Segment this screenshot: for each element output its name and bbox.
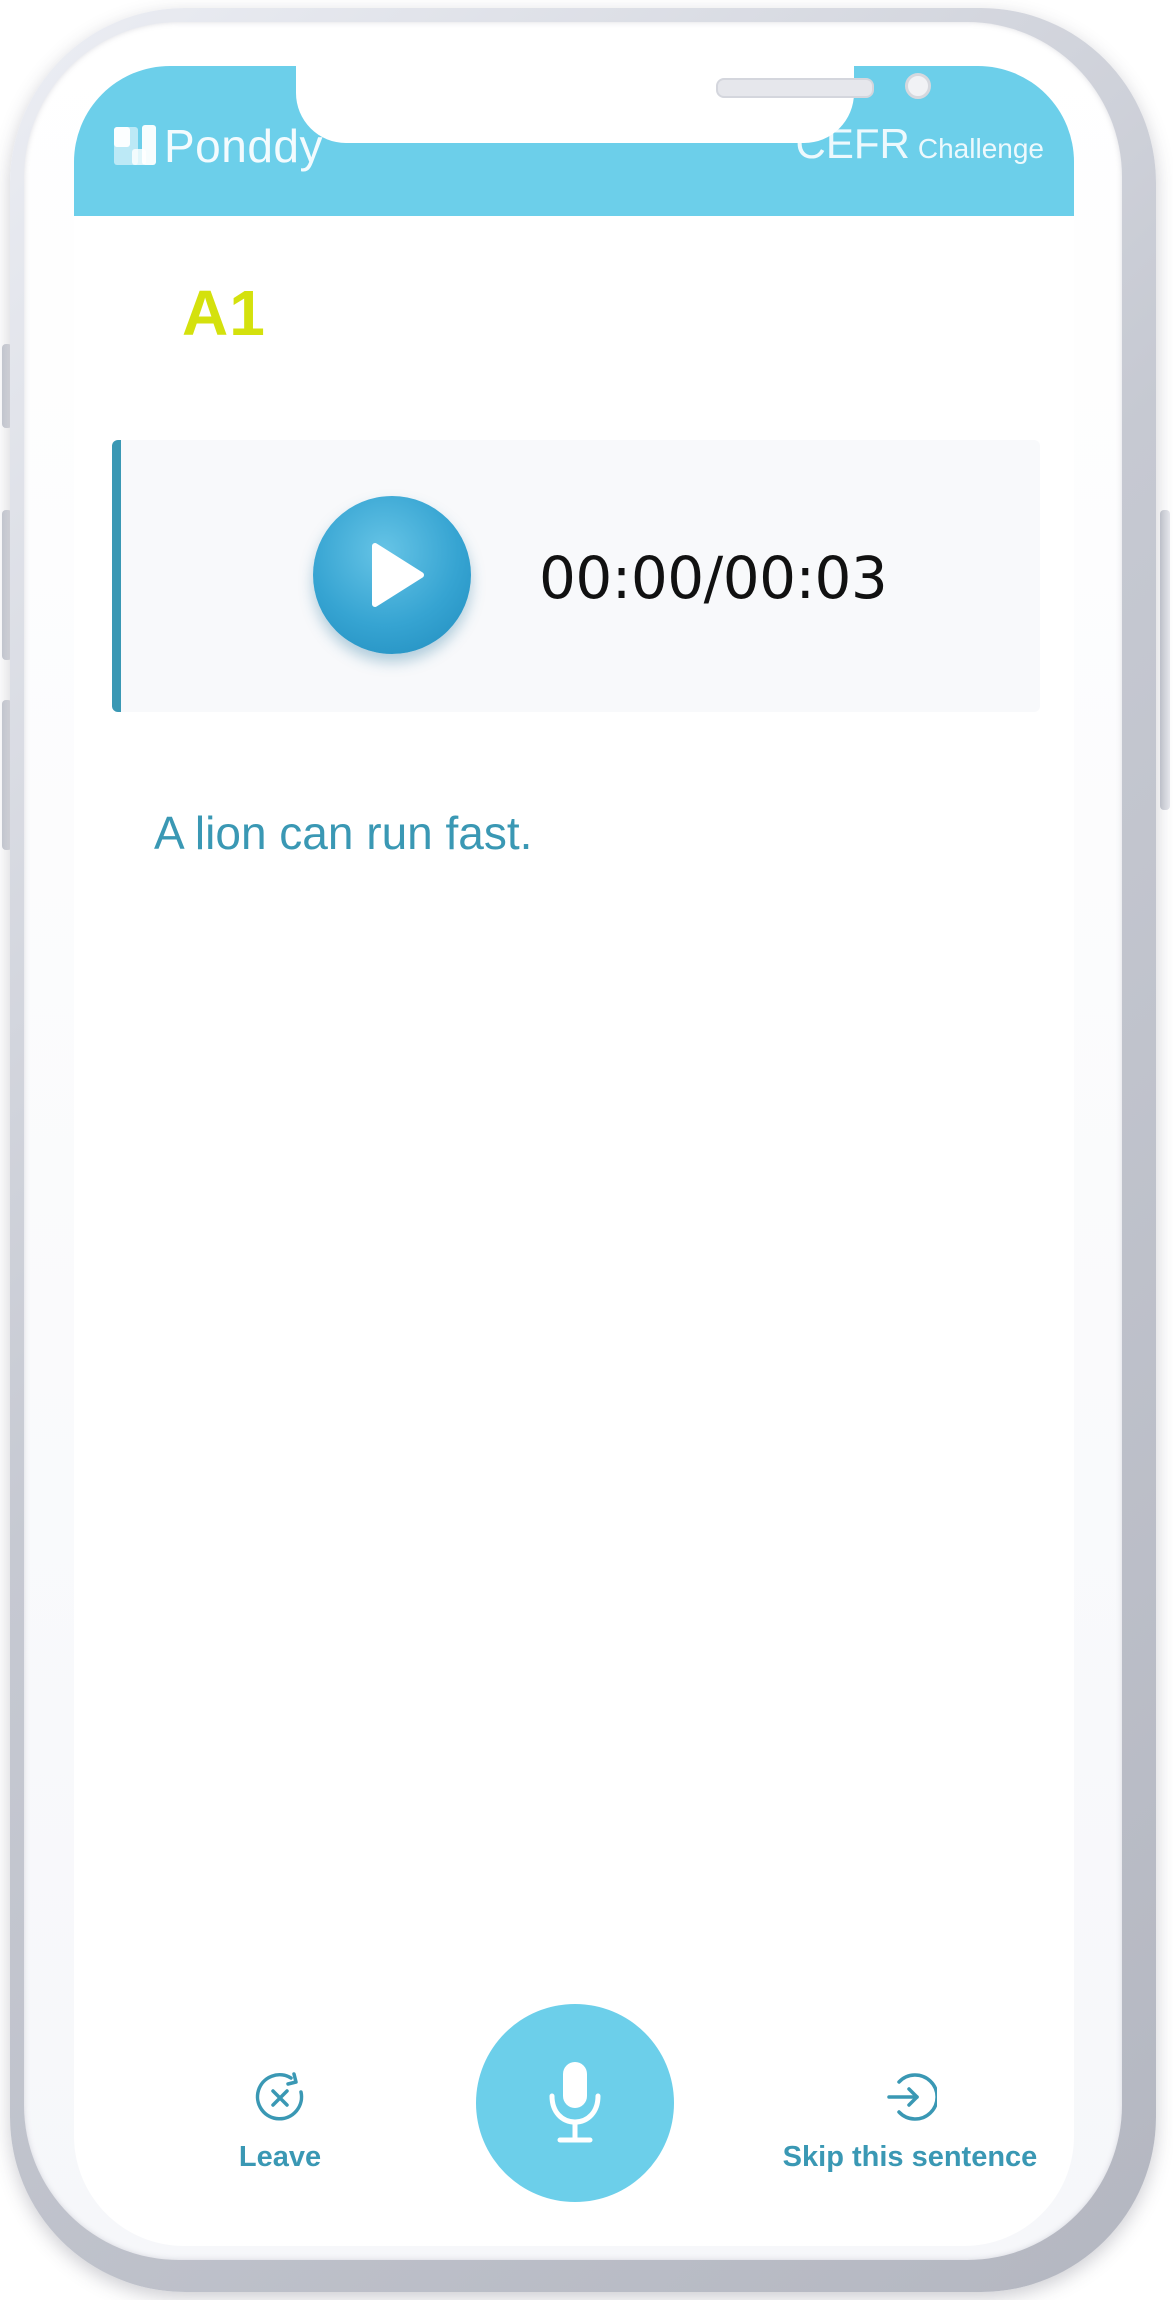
phone-power-button	[1160, 510, 1170, 810]
microphone-icon	[549, 2062, 601, 2143]
brand-name: Ponddy	[164, 120, 324, 172]
audio-player: 00:00/00:03	[112, 440, 1040, 712]
phone-notch	[296, 66, 931, 143]
page-title-sub: Challenge	[917, 133, 1044, 164]
app-mockup: Ponddy CEFR Challenge A1 00:00/00:03 A li…	[0, 0, 1173, 2300]
record-button[interactable]	[476, 2004, 674, 2202]
level-badge: A1	[182, 277, 266, 349]
skip-sentence-button[interactable]: Skip this sentence	[760, 2070, 1060, 2174]
skip-icon	[887, 2073, 939, 2121]
leave-label: Leave	[238, 2141, 322, 2173]
brand: Ponddy	[112, 118, 323, 174]
play-icon	[372, 543, 424, 607]
app-screen: Ponddy CEFR Challenge A1 00:00/00:03 A li…	[74, 66, 1074, 2246]
sentence-text: A lion can run fast.	[154, 807, 533, 859]
skip-label: Skip this sentence	[782, 2141, 1038, 2173]
time-readout: 00:00/00:03	[539, 544, 888, 612]
leave-button[interactable]: Leave	[210, 2070, 350, 2174]
play-button[interactable]	[313, 496, 471, 654]
phone-speaker	[716, 78, 874, 98]
ponddy-logo-icon	[114, 125, 156, 165]
phone-camera	[905, 73, 931, 99]
close-circle-icon	[255, 2072, 304, 2121]
